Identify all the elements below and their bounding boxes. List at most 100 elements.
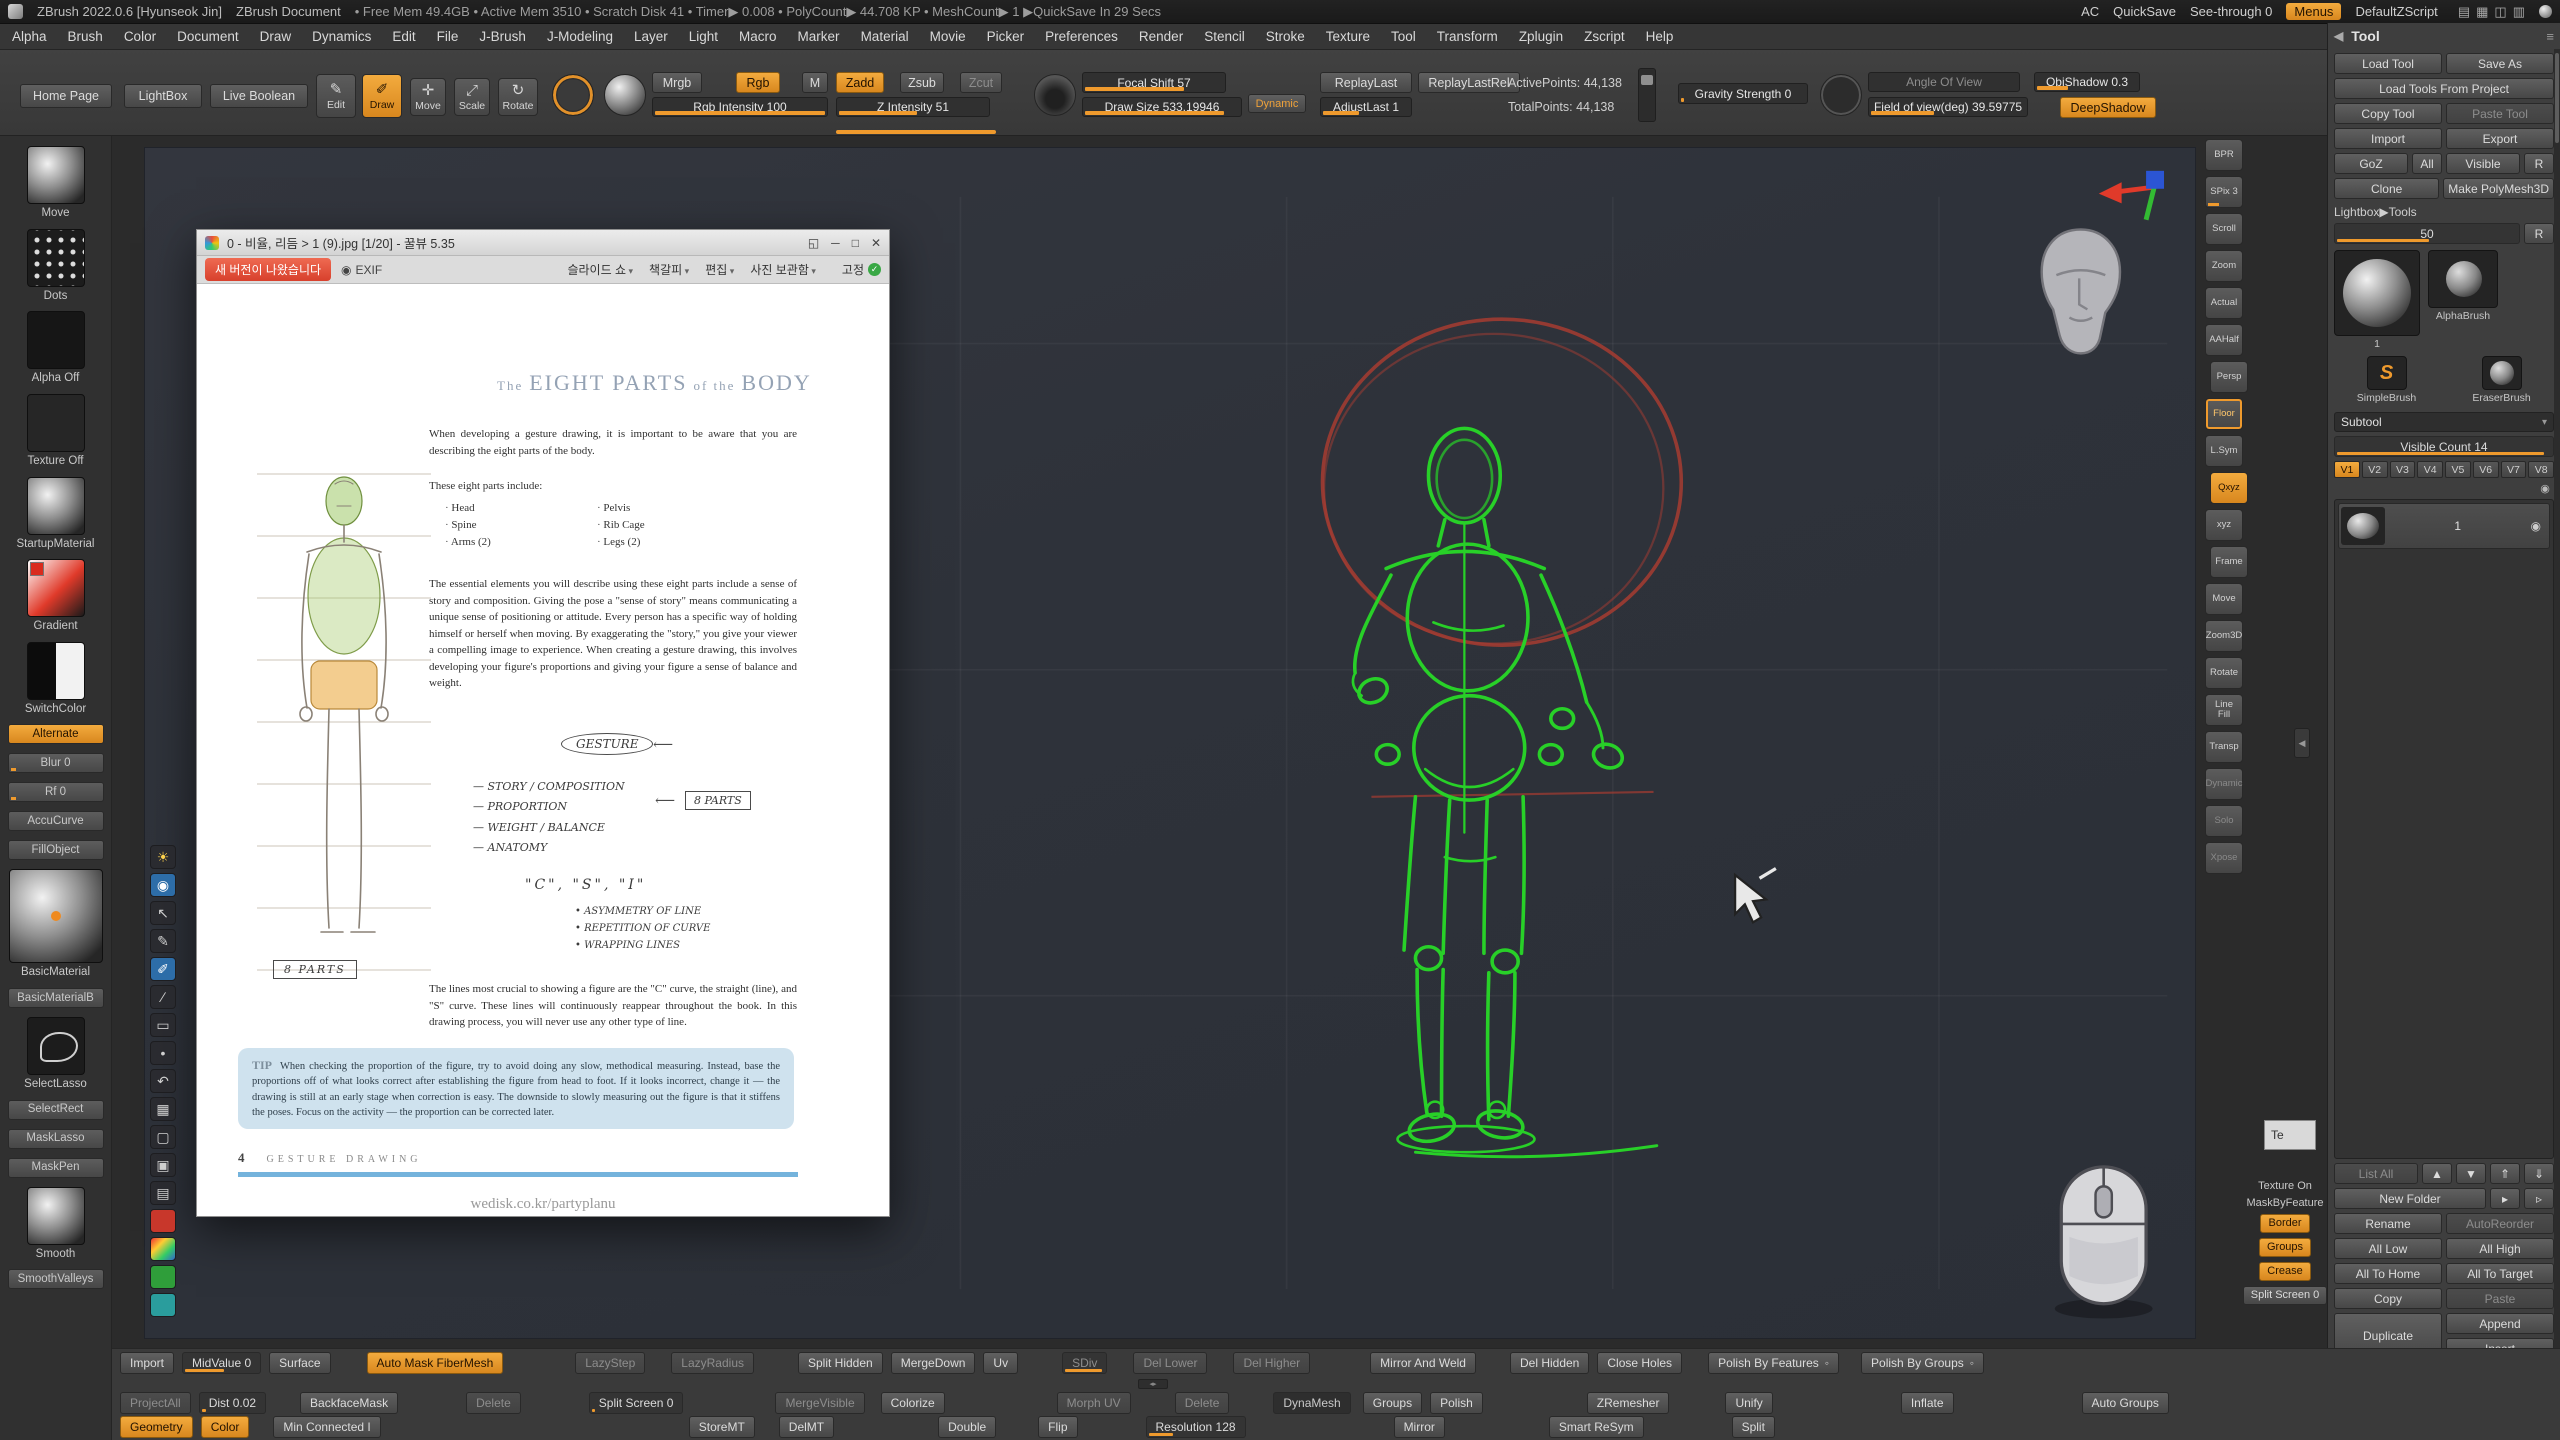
bottom-button[interactable]: DelMT: [779, 1416, 834, 1438]
tool-button[interactable]: Copy Tool: [2334, 103, 2442, 124]
draw-button[interactable]: ✐Draw: [362, 74, 402, 118]
bottom-button[interactable]: Split: [1732, 1416, 1775, 1438]
window-control-icon[interactable]: ✕: [871, 236, 881, 250]
bottom-button[interactable]: Dist 0.02: [199, 1392, 266, 1414]
bottom-button[interactable]: LazyRadius: [671, 1352, 754, 1374]
adjust-last-slider[interactable]: AdjustLast 1: [1320, 97, 1412, 117]
new-version-button[interactable]: 새 버전이 나왔습니다: [205, 258, 331, 281]
tool-thumbnail[interactable]: [27, 477, 85, 535]
bottom-button[interactable]: Uv: [983, 1352, 1018, 1374]
honeyview-menu-item[interactable]: 편집: [705, 261, 734, 278]
sidebar-item[interactable]: AccuCurve: [0, 811, 111, 831]
shelf-button[interactable]: L.Sym: [2205, 435, 2243, 467]
bottom-button[interactable]: Mirror: [1394, 1416, 1445, 1438]
menu-item[interactable]: Render: [1139, 29, 1183, 44]
bottom-button[interactable]: LazyStep: [575, 1352, 645, 1374]
menu-item[interactable]: J-Modeling: [547, 29, 613, 44]
tool-button[interactable]: All: [2412, 153, 2442, 174]
sidebar-item[interactable]: StartupMaterial: [0, 477, 111, 551]
menu-item[interactable]: Edit: [392, 29, 415, 44]
annotation-tool-button[interactable]: ▢: [150, 1125, 176, 1149]
visibility-tab[interactable]: V2: [2362, 461, 2388, 478]
sidebar-item[interactable]: SmoothValleys: [0, 1269, 111, 1289]
strip-button[interactable]: Crease: [2259, 1262, 2310, 1281]
shelf-button[interactable]: Floor: [2205, 398, 2243, 430]
bottom-button[interactable]: StoreMT: [689, 1416, 755, 1438]
sidebar-item[interactable]: Blur 0: [0, 753, 111, 773]
shelf-grip[interactable]: ◂▸: [1138, 1379, 1168, 1389]
honeyview-menu-item[interactable]: 슬라이드 쇼: [567, 261, 633, 278]
focal-shift-slider[interactable]: Focal Shift 57: [1082, 72, 1226, 93]
edit-button[interactable]: ✎Edit: [316, 74, 356, 118]
see-through-slider[interactable]: See-through 0: [2190, 4, 2272, 19]
bottom-button[interactable]: Split Screen 0: [589, 1392, 684, 1414]
bottom-button[interactable]: DynaMesh: [1273, 1392, 1350, 1414]
annotation-tool-button[interactable]: ✎: [150, 929, 176, 953]
bottom-button[interactable]: Min Connected I: [273, 1416, 380, 1438]
shelf-button[interactable]: Move: [2205, 583, 2243, 615]
bottom-button[interactable]: Geometry: [120, 1416, 193, 1438]
titlebar-icon[interactable]: ▤: [2458, 4, 2470, 20]
annotation-tool-button[interactable]: [150, 1265, 176, 1289]
sidebar-item[interactable]: Move: [0, 146, 111, 220]
annotation-tool-button[interactable]: [150, 1209, 176, 1233]
perspective-icon[interactable]: [1820, 74, 1862, 116]
tool-button[interactable]: Load Tools From Project: [2334, 78, 2554, 99]
quicksave-button[interactable]: QuickSave: [2113, 4, 2176, 19]
window-control-icon[interactable]: ─: [831, 236, 840, 250]
shelf-button[interactable]: Qxyz: [2210, 472, 2248, 504]
rotate-button[interactable]: ↻Rotate: [498, 78, 538, 116]
palette-menu-icon[interactable]: ≡: [2546, 29, 2554, 44]
bottom-button[interactable]: Split Hidden: [798, 1352, 883, 1374]
menu-item[interactable]: Transform: [1437, 29, 1498, 44]
sidebar-item[interactable]: Smooth: [0, 1187, 111, 1261]
bottom-button[interactable]: Color: [201, 1416, 250, 1438]
visibility-tab[interactable]: V8: [2528, 461, 2554, 478]
annotation-tool-button[interactable]: ↖: [150, 901, 176, 925]
sidebar-item[interactable]: MaskPen: [0, 1158, 111, 1178]
shelf-button[interactable]: Rotate: [2205, 657, 2243, 689]
sidebar-item[interactable]: SwitchColor: [0, 642, 111, 716]
dynamic-toggle[interactable]: Dynamic: [1248, 94, 1306, 113]
subtool-list-button[interactable]: ⇓: [2524, 1163, 2554, 1184]
rgb-intensity-slider[interactable]: Rgb Intensity 100: [652, 97, 828, 117]
shelf-button[interactable]: Scroll: [2205, 213, 2243, 245]
annotation-tool-button[interactable]: ▦: [150, 1097, 176, 1121]
honeyview-menu-item[interactable]: 사진 보관함: [750, 261, 816, 278]
tool-button[interactable]: Export: [2446, 128, 2554, 149]
annotation-tool-button[interactable]: ▤: [150, 1181, 176, 1205]
folder-button[interactable]: ▹: [2524, 1188, 2554, 1209]
tool-thumbnail[interactable]: [27, 642, 85, 700]
menu-item[interactable]: Document: [177, 29, 239, 44]
subtool-op-button[interactable]: All High: [2446, 1238, 2554, 1259]
annotation-tool-button[interactable]: ▣: [150, 1153, 176, 1177]
menu-item[interactable]: Macro: [739, 29, 777, 44]
visibility-tab[interactable]: V5: [2445, 461, 2471, 478]
bottom-button[interactable]: Delete: [466, 1392, 521, 1414]
menu-item[interactable]: Zscript: [1584, 29, 1625, 44]
bottom-button[interactable]: Double: [938, 1416, 996, 1438]
visible-count-slider[interactable]: Visible Count 14: [2334, 436, 2554, 457]
tool-button[interactable]: Load Tool: [2334, 53, 2442, 74]
bottom-button[interactable]: Smart ReSym: [1549, 1416, 1644, 1438]
strip-button[interactable]: Split Screen 0: [2243, 1286, 2327, 1305]
current-stroke-icon[interactable]: [552, 74, 594, 116]
shelf-button[interactable]: xyz: [2205, 509, 2243, 541]
bottom-button[interactable]: ProjectAll: [120, 1392, 191, 1414]
deepshadow-button[interactable]: DeepShadow: [2060, 97, 2156, 118]
bottom-button[interactable]: Unify: [1725, 1392, 1772, 1414]
visibility-tab[interactable]: V4: [2417, 461, 2443, 478]
shelf-button[interactable]: Transp: [2205, 731, 2243, 763]
move-button[interactable]: ✛Move: [410, 78, 446, 116]
menu-item[interactable]: Preferences: [1045, 29, 1118, 44]
window-control-icon[interactable]: ◱: [808, 236, 819, 250]
rgb-button[interactable]: Rgb: [736, 72, 780, 93]
zadd-button[interactable]: Zadd: [836, 72, 884, 93]
tool-button[interactable]: GoZ: [2334, 153, 2408, 174]
tool-button[interactable]: Visible: [2446, 153, 2520, 174]
shelf-button[interactable]: Solo: [2205, 805, 2243, 837]
collapse-handle[interactable]: ◀: [2294, 728, 2310, 758]
annotation-tool-button[interactable]: •: [150, 1041, 176, 1065]
bottom-button[interactable]: Colorize: [881, 1392, 945, 1414]
bottom-button[interactable]: MidValue 0: [182, 1352, 261, 1374]
